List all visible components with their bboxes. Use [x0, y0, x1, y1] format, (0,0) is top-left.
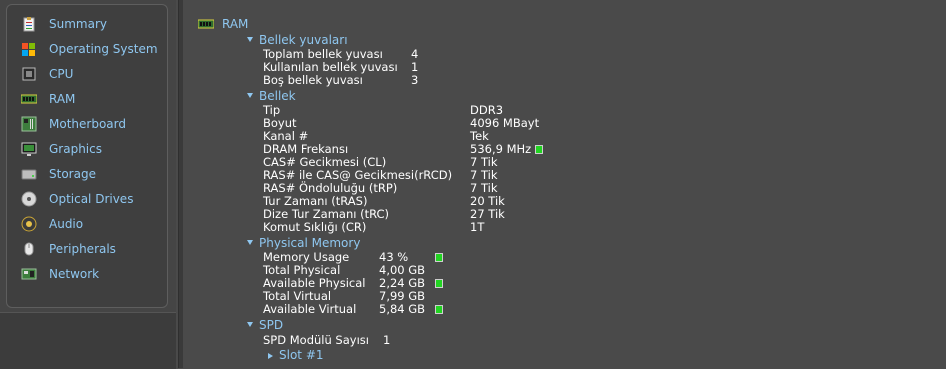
speaker-icon — [21, 216, 37, 232]
collapse-arrow-icon — [247, 240, 253, 245]
status-indicator-icon — [435, 253, 443, 262]
sidebar-item-optical-drives[interactable]: Optical Drives — [21, 188, 171, 210]
sidebar-footer — [0, 312, 176, 369]
info-row: Komut Sıklığı (CR) 1T — [263, 221, 563, 234]
row-value: 5,84 GB — [379, 302, 426, 316]
row-label: SPD Modülü Sayısı — [263, 333, 369, 347]
expand-arrow-icon — [268, 353, 273, 359]
row-value: 3 — [411, 73, 419, 87]
info-row: Boyut 4096 MBayt — [263, 117, 563, 130]
tree-node-slot-1[interactable]: Slot #1 — [268, 348, 324, 362]
sidebar-item-label: Peripherals — [49, 242, 116, 256]
info-row: Boş bellek yuvası 3 — [263, 74, 463, 87]
section-header-memory[interactable]: Bellek — [247, 89, 296, 103]
sidebar-item-label: Motherboard — [49, 117, 126, 131]
sidebar-item-summary[interactable]: Summary — [21, 13, 171, 35]
section-title: Physical Memory — [259, 236, 361, 250]
row-value: 536,9 MHz — [470, 142, 532, 156]
row-value: 1 — [383, 333, 391, 347]
section-title: SPD — [259, 318, 284, 332]
sidebar-item-label: Storage — [49, 167, 96, 181]
optical-disc-icon — [21, 191, 37, 207]
section-title: Bellek — [259, 89, 296, 103]
collapse-arrow-icon — [247, 93, 253, 98]
sidebar-item-peripherals[interactable]: Peripherals — [21, 238, 171, 260]
cpu-chip-icon — [21, 66, 37, 82]
info-row: SPD Modülü Sayısı 1 — [263, 334, 463, 347]
sidebar-item-label: Operating System — [49, 42, 158, 56]
collapse-arrow-icon — [247, 37, 253, 42]
sidebar-item-network[interactable]: Network — [21, 263, 171, 285]
mouse-icon — [21, 241, 37, 257]
sidebar-item-label: CPU — [49, 67, 74, 81]
sidebar-item-ram[interactable]: RAM — [20, 88, 171, 110]
sidebar-item-motherboard[interactable]: Motherboard — [21, 113, 171, 135]
sidebar: Summary Operating System CPU RAM Motherb… — [6, 4, 168, 308]
sidebar-item-cpu[interactable]: CPU — [21, 63, 171, 85]
windows-logo-icon — [21, 41, 37, 57]
section-header-slots[interactable]: Bellek yuvaları — [247, 33, 348, 47]
sidebar-item-storage[interactable]: Storage — [21, 163, 171, 185]
sidebar-item-label: Audio — [49, 217, 84, 231]
sidebar-item-label: Network — [49, 267, 100, 281]
network-card-icon — [21, 266, 37, 282]
monitor-icon — [21, 141, 37, 157]
motherboard-icon — [21, 116, 37, 132]
row-label: Boş bellek yuvası — [263, 73, 363, 87]
tree-node-label: Slot #1 — [279, 348, 324, 362]
sidebar-item-label: Summary — [49, 17, 107, 31]
ram-module-icon — [197, 18, 215, 33]
section-header-physical-memory[interactable]: Physical Memory — [247, 236, 360, 250]
status-indicator-icon — [534, 145, 543, 154]
section-title: Bellek yuvaları — [259, 33, 348, 47]
page-title: RAM — [197, 17, 249, 33]
clipboard-icon — [21, 16, 37, 32]
sidebar-item-graphics[interactable]: Graphics — [21, 138, 171, 160]
row-label: Komut Sıklığı (CR) — [263, 220, 367, 234]
sidebar-panel: Summary Operating System CPU RAM Motherb… — [0, 0, 176, 369]
section-header-spd[interactable]: SPD — [247, 318, 283, 332]
row-label: Available Virtual — [263, 302, 357, 316]
sidebar-item-operating-system[interactable]: Operating System — [21, 38, 171, 60]
page-title-text: RAM — [222, 17, 249, 31]
sidebar-item-audio[interactable]: Audio — [21, 213, 171, 235]
row-value: 1T — [470, 220, 485, 234]
status-indicator-icon — [435, 305, 443, 314]
sidebar-item-label: Graphics — [49, 142, 102, 156]
hard-drive-icon — [21, 166, 37, 182]
main-content: RAM Bellek yuvaları Toplam bellek yuvası… — [184, 0, 946, 368]
ram-module-icon — [20, 91, 38, 107]
sidebar-item-label: Optical Drives — [49, 192, 134, 206]
status-indicator-icon — [435, 279, 443, 288]
panel-divider[interactable] — [178, 0, 183, 368]
sidebar-item-label: RAM — [49, 92, 76, 106]
info-row: Available Virtual 5,84 GB — [263, 303, 483, 316]
collapse-arrow-icon — [247, 322, 253, 327]
